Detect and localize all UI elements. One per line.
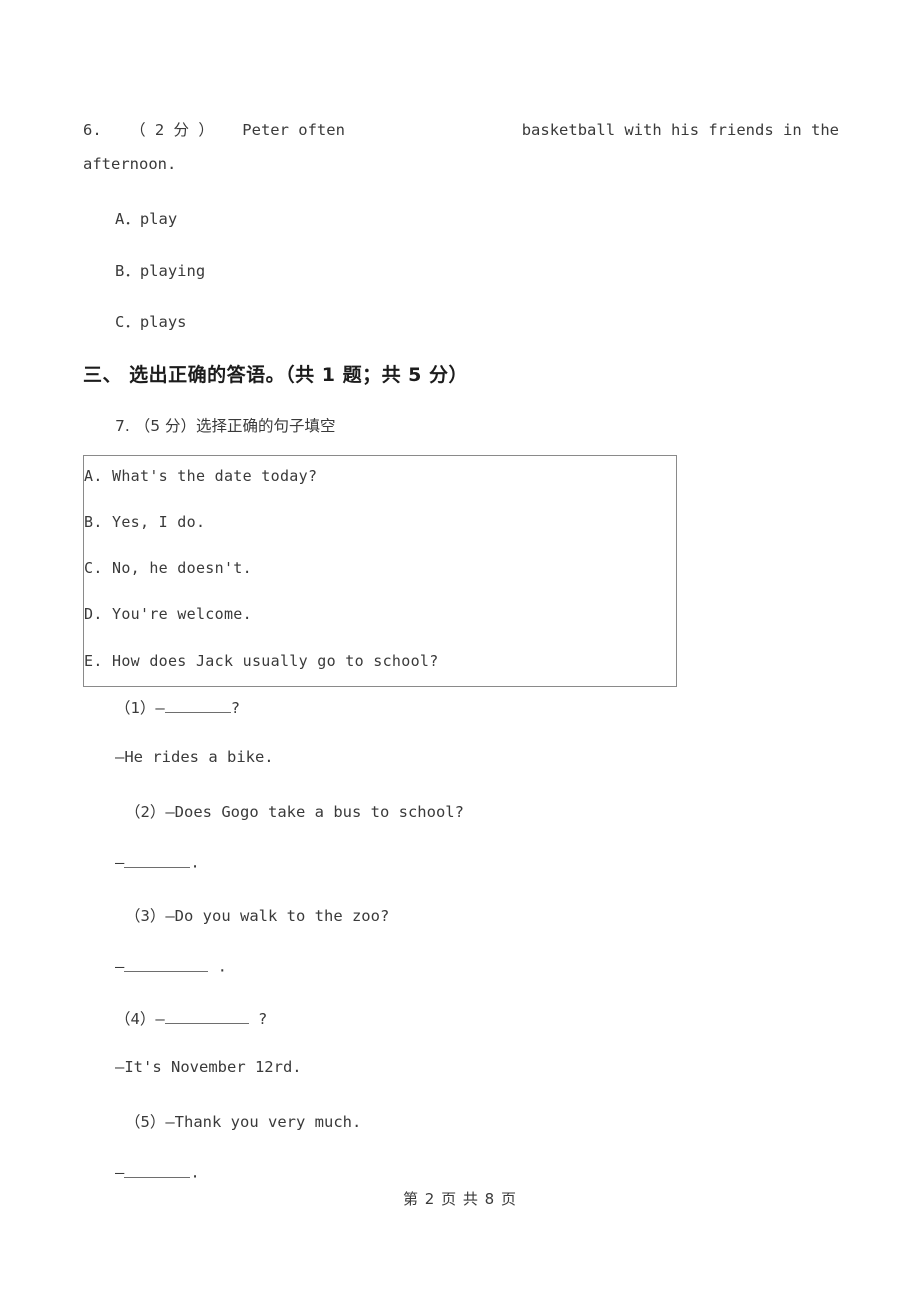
subquestion-2-answer: —. [115, 852, 871, 872]
choice-box-item-a[interactable]: A. What's the date today? [84, 467, 317, 485]
subquestion-5-answer: —. [115, 1162, 871, 1182]
subquestion-5-tail: . [190, 1163, 200, 1182]
question-7-header: 7. （5 分）选择正确的句子填空 [115, 414, 336, 436]
option-a-text: play [139, 210, 178, 228]
subquestion-4-prompt: （4）— ? [115, 1007, 871, 1029]
subquestion-2-tail: . [190, 853, 200, 872]
subquestion-1-answer-blank[interactable] [164, 697, 231, 713]
subquestion-2-prompt: （2）—Does Gogo take a bus to school? [125, 800, 881, 822]
question-6-fill-blank[interactable] [373, 121, 493, 139]
question-6-stem-after-blank: basketball with his friends in the [521, 121, 839, 139]
option-a-label: A． [115, 210, 140, 228]
question-6-option-a[interactable]: A．play [115, 207, 871, 229]
subquestion-3-prompt: （3）—Do you walk to the zoo? [125, 904, 881, 926]
subquestion-4-answer: —It's November 12rd. [115, 1058, 302, 1076]
subquestion-5-text: —Thank you very much. [165, 1113, 362, 1131]
subquestion-5-prompt: （5）—Thank you very much. [125, 1110, 881, 1132]
subquestion-3-tail: . [208, 957, 228, 976]
subquestion-3-answer-blank[interactable] [124, 956, 209, 972]
choice-box-item-d[interactable]: D. You're welcome. [84, 605, 252, 623]
subquestion-1-answer: —He rides a bike. [115, 748, 274, 766]
subquestion-3-number: （3） [125, 907, 166, 925]
subquestion-3-text: —Do you walk to the zoo? [165, 907, 390, 925]
subquestion-2-text: —Does Gogo take a bus to school? [165, 803, 464, 821]
option-b-label: B． [115, 262, 140, 280]
question-6-option-c[interactable]: C．plays [115, 310, 871, 332]
subquestion-4-number: （4） [115, 1010, 156, 1028]
choice-box-item-e[interactable]: E. How does Jack usually go to school? [84, 652, 439, 670]
option-c-label: C． [115, 313, 140, 331]
subquestion-1-prompt: （1）—? [115, 696, 871, 718]
subquestion-4-answer-blank[interactable] [164, 1008, 249, 1024]
question-6-score-tag: （ 2 分 ） [130, 121, 214, 139]
choice-box-item-c[interactable]: C. No, he doesn't. [84, 559, 252, 577]
subquestion-5-number: （5） [125, 1113, 166, 1131]
subquestion-4-tail: ? [248, 1010, 268, 1028]
page-footer: 第 2 页 共 8 页 [403, 1190, 517, 1208]
option-b-text: playing [139, 262, 206, 280]
subquestion-2-answer-blank[interactable] [124, 852, 191, 868]
subquestion-1-dash: — [155, 699, 165, 717]
subquestion-5-answer-blank[interactable] [124, 1162, 191, 1178]
subquestion-3-dash: — [115, 957, 125, 976]
subquestion-3-answer: — . [115, 956, 871, 976]
choice-box-item-b[interactable]: B. Yes, I do. [84, 513, 205, 531]
question-6-stem-line2: afternoon. [83, 155, 177, 173]
option-c-text: plays [139, 313, 187, 331]
choice-options-box: A. What's the date today? B. Yes, I do. … [83, 455, 677, 687]
exam-page: 6. （ 2 分 ） Peter often basketball with h… [0, 0, 920, 1302]
subquestion-5-dash: — [115, 1163, 125, 1182]
question-6-stem-before-blank: Peter often [242, 121, 345, 139]
subquestion-2-number: （2） [125, 803, 166, 821]
section-3-heading: 三、 选出正确的答语。（共 1 题；共 5 分） [83, 364, 469, 386]
question-6-number: 6. [83, 121, 102, 139]
subquestion-1-tail: ? [230, 699, 241, 717]
question-6-option-b[interactable]: B．playing [115, 259, 871, 281]
question-7-number: 7. [115, 417, 130, 435]
question-7-text: （5 分）选择正确的句子填空 [134, 417, 336, 435]
subquestion-1-number: （1） [115, 699, 156, 717]
subquestion-2-dash: — [115, 853, 125, 872]
question-6-stem-line1: 6. （ 2 分 ） Peter often basketball with h… [83, 118, 839, 140]
subquestion-4-dash: — [155, 1010, 165, 1028]
